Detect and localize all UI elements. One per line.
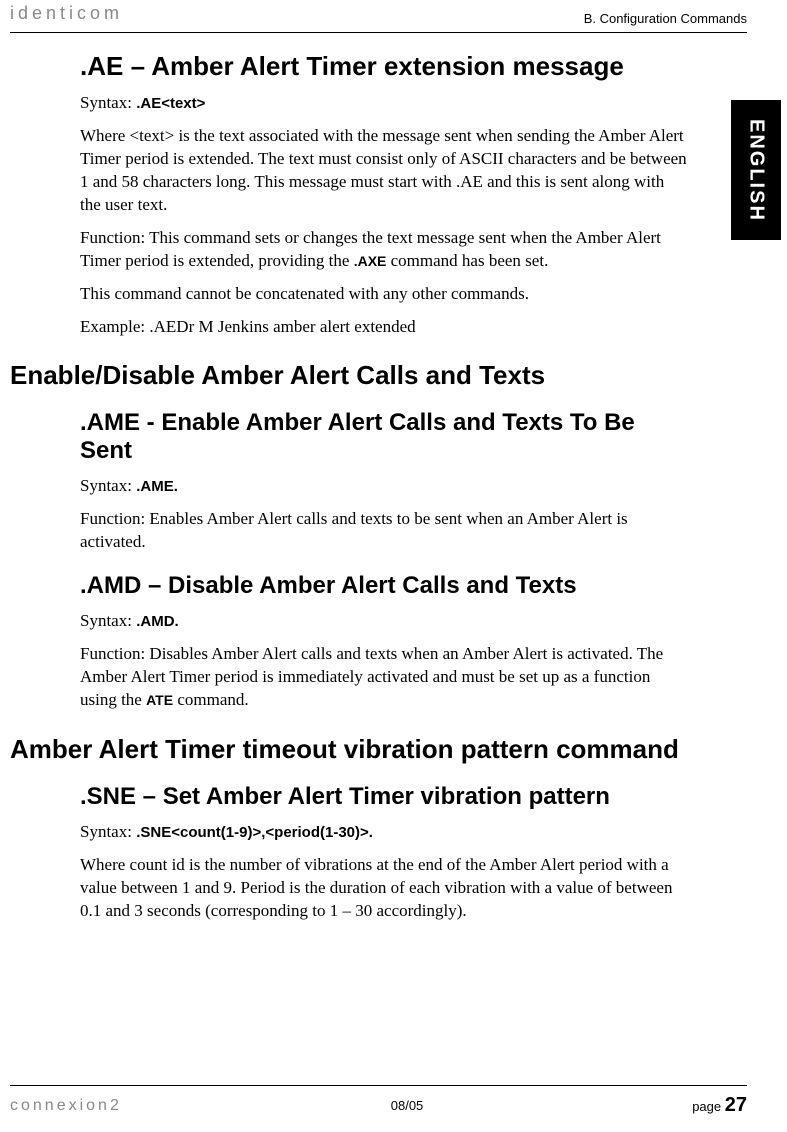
language-tab: ENGLISH xyxy=(731,100,781,240)
page-header: identicom B. Configuration Commands xyxy=(10,5,747,33)
syntax-sne: Syntax: .SNE<count(1-9)>,<period(1-30)>. xyxy=(80,821,687,844)
syntax-code-ae: .AE<text> xyxy=(136,95,205,112)
syntax-code-sne: .SNE<count(1-9)>,<period(1-30)>. xyxy=(136,824,373,841)
page-num-value: 27 xyxy=(725,1094,747,1116)
para-sne-where: Where count id is the number of vibratio… xyxy=(80,854,687,923)
logo-bottom: connexion2 xyxy=(10,1097,122,1115)
page-content: .AE – Amber Alert Timer extension messag… xyxy=(5,51,747,923)
heading-sne: .SNE – Set Amber Alert Timer vibration p… xyxy=(80,783,687,811)
heading-enable-disable: Enable/Disable Amber Alert Calls and Tex… xyxy=(10,360,687,391)
heading-amd: .AMD – Disable Amber Alert Calls and Tex… xyxy=(80,572,687,600)
inline-code-ate: ATE xyxy=(146,692,173,708)
para-ae-function: Function: This command sets or changes t… xyxy=(80,227,687,273)
para-ame-function: Function: Enables Amber Alert calls and … xyxy=(80,508,687,554)
para-ae-where: Where <text> is the text associated with… xyxy=(80,125,687,217)
inline-code-axe: .AXE xyxy=(354,253,387,269)
syntax-ae: Syntax: .AE<text> xyxy=(80,92,687,115)
footer-date: 08/05 xyxy=(391,1098,424,1113)
page-footer: connexion2 08/05 page 27 xyxy=(10,1085,747,1117)
syntax-label: Syntax: xyxy=(80,822,136,841)
heading-ame: .AME - Enable Amber Alert Calls and Text… xyxy=(80,409,687,465)
syntax-amd: Syntax: .AMD. xyxy=(80,610,687,633)
header-section-title: B. Configuration Commands xyxy=(584,11,747,26)
syntax-code-ame: .AME. xyxy=(136,478,178,495)
page-number: page 27 xyxy=(692,1094,747,1117)
page-label: page xyxy=(692,1099,725,1114)
syntax-label: Syntax: xyxy=(80,476,136,495)
para-ae-concat: This command cannot be concatenated with… xyxy=(80,283,687,306)
syntax-label: Syntax: xyxy=(80,611,136,630)
para-amd-function: Function: Disables Amber Alert calls and… xyxy=(80,643,687,712)
text: command has been set. xyxy=(386,251,548,270)
syntax-label: Syntax: xyxy=(80,93,136,112)
syntax-ame: Syntax: .AME. xyxy=(80,475,687,498)
syntax-code-amd: .AMD. xyxy=(136,613,179,630)
para-ae-example: Example: .AEDr M Jenkins amber alert ext… xyxy=(80,316,687,339)
logo-top: identicom xyxy=(10,3,123,24)
heading-ae: .AE – Amber Alert Timer extension messag… xyxy=(80,51,687,82)
heading-vibration: Amber Alert Timer timeout vibration patt… xyxy=(10,734,687,765)
text: command. xyxy=(173,690,249,709)
